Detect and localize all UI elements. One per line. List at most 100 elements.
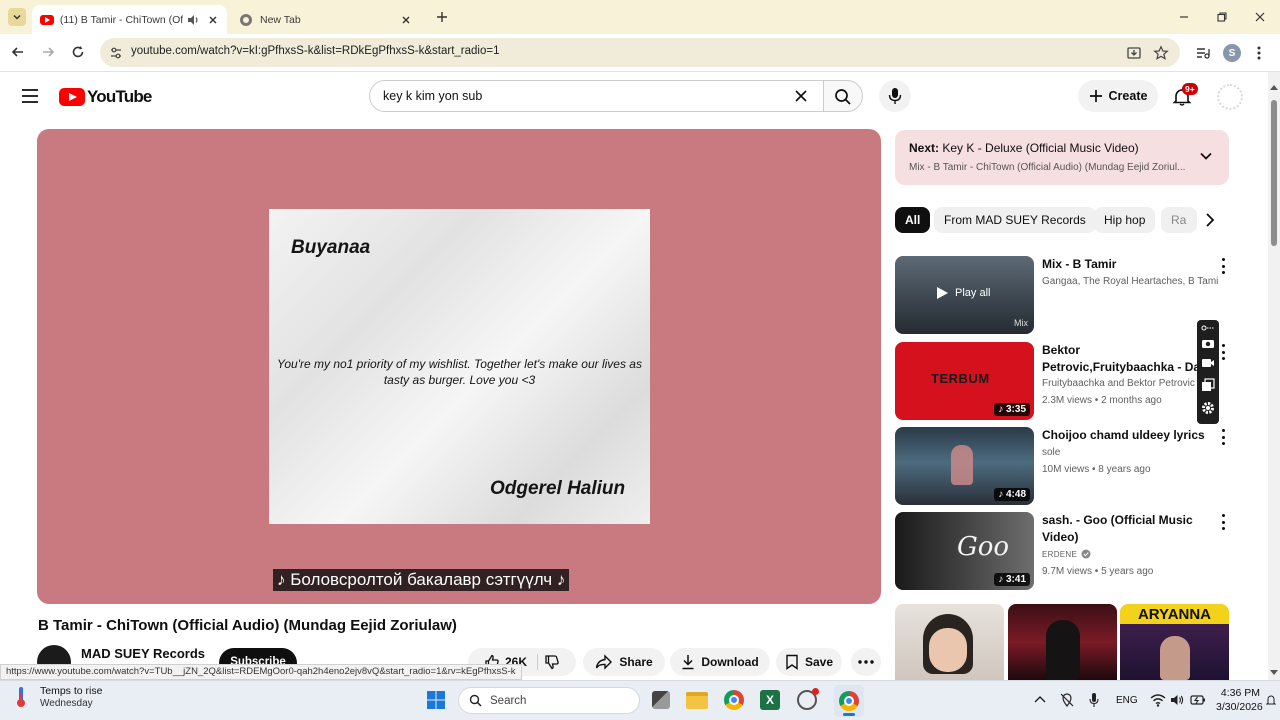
task-view-icon[interactable] bbox=[652, 691, 670, 709]
share-button[interactable]: Share bbox=[583, 648, 665, 676]
taskbar-search[interactable]: Search bbox=[458, 687, 640, 714]
recommendation-thumbnail[interactable]: Play all Mix bbox=[895, 256, 1034, 334]
tab-new-tab[interactable]: New Tab bbox=[232, 5, 427, 34]
page-scrollbar[interactable] bbox=[1268, 72, 1280, 680]
recommendation-title[interactable]: sash. - Goo (Official Music Video) bbox=[1042, 512, 1214, 546]
recommendation-title[interactable]: Choijoo chamd uldeey lyrics bbox=[1042, 427, 1214, 444]
short-thumbnail[interactable] bbox=[1008, 604, 1117, 680]
save-label: Save bbox=[804, 655, 834, 669]
wifi-icon[interactable] bbox=[1150, 693, 1166, 707]
address-bar[interactable]: youtube.com/watch?v=kI:gPfhxsS-k&list=RD… bbox=[100, 38, 1180, 67]
up-next-heading: Next: Key K - Deluxe (Official Music Vid… bbox=[909, 141, 1139, 155]
more-options-icon[interactable] bbox=[1218, 514, 1228, 530]
video-camera-icon[interactable] bbox=[1201, 357, 1215, 369]
notification-center-icon[interactable] bbox=[1266, 693, 1276, 707]
download-button[interactable]: Download bbox=[670, 648, 770, 676]
hamburger-menu-icon[interactable] bbox=[21, 88, 39, 104]
site-info-icon[interactable] bbox=[109, 46, 123, 60]
microphone-icon bbox=[888, 88, 902, 104]
youtube-logo-text: YouTube bbox=[87, 87, 152, 106]
search-button[interactable] bbox=[823, 80, 863, 112]
voice-search-button[interactable] bbox=[879, 80, 911, 112]
tab-youtube[interactable]: (11) B Tamir - ChiTown (Offi bbox=[32, 5, 227, 34]
volume-icon[interactable] bbox=[1170, 693, 1184, 707]
scroll-down-icon[interactable] bbox=[1270, 670, 1278, 676]
expand-chevron-icon[interactable] bbox=[1199, 151, 1213, 161]
duration-text: 4:48 bbox=[1005, 489, 1026, 500]
app-icon[interactable] bbox=[797, 688, 819, 710]
chrome-icon[interactable] bbox=[724, 690, 744, 710]
location-off-icon[interactable] bbox=[1060, 693, 1074, 707]
extension-toolbar bbox=[1197, 320, 1219, 424]
close-tab-icon[interactable] bbox=[400, 14, 412, 26]
recommendation-thumbnail[interactable]: Goo ♪ 3:41 bbox=[895, 512, 1034, 590]
media-control-icon[interactable] bbox=[1195, 45, 1211, 61]
excel-icon[interactable]: X bbox=[760, 690, 780, 710]
channel-name[interactable]: MAD SUEY Records bbox=[81, 646, 205, 661]
video-player[interactable]: Buyanaa You're my no1 priority of my wis… bbox=[37, 129, 881, 604]
play-icon bbox=[937, 287, 948, 299]
dislike-button[interactable] bbox=[544, 654, 560, 670]
short-thumbnail[interactable] bbox=[895, 604, 1004, 680]
search-box[interactable]: key k kim yon sub bbox=[369, 80, 823, 112]
chip-hip-hop[interactable]: Hip hop bbox=[1094, 207, 1156, 233]
chip-all[interactable]: All bbox=[895, 207, 931, 233]
close-window-icon[interactable] bbox=[1254, 11, 1266, 23]
short-thumbnail[interactable]: ARYANNA bbox=[1120, 604, 1229, 680]
tab-search-button[interactable] bbox=[8, 8, 26, 26]
account-avatar[interactable] bbox=[1217, 84, 1243, 110]
microphone-icon[interactable] bbox=[1088, 692, 1100, 708]
windows-start-icon[interactable] bbox=[426, 690, 446, 710]
minimize-icon[interactable] bbox=[1178, 11, 1190, 23]
install-app-icon[interactable] bbox=[1126, 45, 1142, 61]
recommendation-channel: Fruitybaachka and Bektor Petrovic bbox=[1042, 378, 1195, 389]
tab-title: (11) B Tamir - ChiTown (Offi bbox=[59, 13, 184, 26]
youtube-logo[interactable]: YouTube bbox=[59, 87, 152, 107]
clear-search-icon[interactable] bbox=[794, 89, 808, 103]
restore-icon[interactable] bbox=[1216, 11, 1228, 23]
chevron-up-icon[interactable] bbox=[1034, 695, 1046, 703]
more-options-icon[interactable] bbox=[1218, 429, 1228, 445]
file-explorer-icon[interactable] bbox=[686, 692, 708, 709]
speaker-icon[interactable] bbox=[187, 14, 201, 26]
chevron-right-icon[interactable] bbox=[1204, 212, 1216, 228]
browser-menu-icon[interactable] bbox=[1256, 44, 1262, 62]
back-arrow-icon[interactable] bbox=[10, 44, 26, 60]
recommendation-title[interactable]: Mix - B Tamir bbox=[1042, 256, 1214, 273]
more-options-icon[interactable] bbox=[1218, 258, 1228, 274]
save-button[interactable]: Save bbox=[776, 648, 842, 676]
weather-widget[interactable]: Temps to rise Wednesday bbox=[12, 685, 102, 709]
recommendation-thumbnail[interactable]: ♪ 4:48 bbox=[895, 427, 1034, 505]
copy-icon[interactable] bbox=[1201, 378, 1215, 392]
link-icon[interactable] bbox=[1201, 324, 1215, 332]
recommendation-channel: ERDENE bbox=[1042, 549, 1078, 559]
more-actions-button[interactable] bbox=[851, 648, 881, 676]
chip-from-channel[interactable]: From MAD SUEY Records bbox=[934, 207, 1096, 233]
forward-arrow-icon[interactable] bbox=[40, 44, 56, 60]
gear-icon[interactable] bbox=[1200, 400, 1216, 416]
up-next-panel[interactable]: Next: Key K - Deluxe (Official Music Vid… bbox=[895, 130, 1229, 185]
camera-icon[interactable] bbox=[1201, 337, 1215, 349]
search-input[interactable]: key k kim yon sub bbox=[383, 89, 482, 103]
clock[interactable]: 4:36 PM 3/30/2026 bbox=[1216, 687, 1263, 713]
language-indicator[interactable]: ENG bbox=[1116, 695, 1138, 706]
create-button[interactable]: Create bbox=[1078, 80, 1158, 112]
chrome-favicon-icon bbox=[240, 13, 252, 26]
notifications-button[interactable]: 9+ bbox=[1170, 83, 1198, 108]
video-frame-paper: Buyanaa You're my no1 priority of my wis… bbox=[269, 209, 650, 524]
chip-ra[interactable]: Ra bbox=[1161, 207, 1197, 233]
battery-icon[interactable] bbox=[1190, 693, 1206, 707]
bookmark-star-icon[interactable] bbox=[1153, 45, 1169, 61]
scrollbar-thumb[interactable] bbox=[1271, 100, 1277, 246]
recommendation-title[interactable]: Bektor Petrovic,Fruitybaachka - Day in u… bbox=[1042, 342, 1214, 376]
chrome-active-icon[interactable] bbox=[834, 685, 864, 717]
recommendation-thumbnail[interactable]: TERBUM ♪ 3:35 bbox=[895, 342, 1034, 420]
reload-icon[interactable] bbox=[70, 44, 86, 60]
scroll-up-icon[interactable] bbox=[1270, 84, 1278, 90]
profile-avatar[interactable]: S bbox=[1223, 44, 1241, 62]
new-tab-plus-icon[interactable] bbox=[435, 10, 449, 24]
close-tab-icon[interactable] bbox=[207, 14, 219, 26]
play-all-overlay[interactable]: Play all bbox=[935, 286, 990, 300]
more-options-icon[interactable] bbox=[1218, 344, 1228, 360]
duration-badge: ♪ 3:41 bbox=[994, 573, 1030, 586]
